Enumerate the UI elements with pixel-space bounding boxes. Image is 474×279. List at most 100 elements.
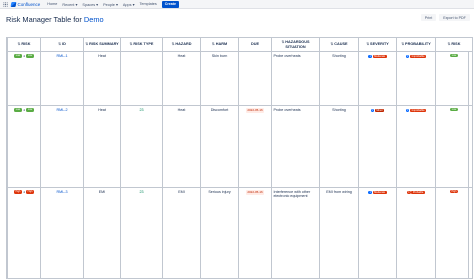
cause-cell[interactable]: Shorting: [319, 51, 359, 106]
logo-text: Confluence: [17, 1, 41, 7]
table-row: Low ➜ Low RML-2 Heat 23 Heat Discomfort …: [7, 105, 473, 188]
due-cell[interactable]: [238, 51, 272, 106]
risk-after-badge[interactable]: Low: [26, 54, 35, 58]
risk-type-cell[interactable]: [120, 51, 163, 106]
column-header-cause[interactable]: ⇅Cause: [319, 37, 359, 52]
issue-id-link[interactable]: RML-2: [56, 108, 67, 112]
probability-cell[interactable]: 1 Improbable: [396, 51, 436, 106]
nav-apps[interactable]: Apps ▾: [123, 2, 135, 7]
table-header-row: ⇅Risk ⇅ID ⇅Risk Summary ⇅Risk Type ⇅Haza…: [7, 37, 473, 52]
issue-id-link[interactable]: RML-3: [56, 190, 67, 194]
nav-home[interactable]: Home: [47, 2, 57, 6]
page-title: Risk Manager Table for Demo: [6, 15, 104, 24]
id-cell: RML-3: [40, 187, 84, 279]
summary-cell[interactable]: Heat: [83, 51, 121, 106]
chevron-down-icon: ▾: [132, 2, 135, 7]
risk-cell: High ➜ High: [7, 187, 41, 279]
risk-table: ⇅Risk ⇅ID ⇅Risk Summary ⇅Risk Type ⇅Haza…: [7, 37, 473, 279]
risk-cell: Low ➜ Low: [7, 105, 41, 188]
issue-id-link[interactable]: RML-1: [56, 54, 67, 58]
risk-final-cell: High: [435, 187, 473, 279]
risk-after-badge[interactable]: High: [26, 190, 35, 194]
sort-icon: ⇅: [366, 42, 370, 47]
column-header-risk-final[interactable]: ⇅Risk: [435, 37, 473, 52]
probability-score: 1: [405, 109, 410, 113]
table-row: Low ➜ Low RML-1 Heat Heat Skin burn Prob…: [7, 51, 473, 106]
risk-after-badge[interactable]: Low: [26, 108, 35, 112]
harm-cell[interactable]: Skin burn: [200, 51, 239, 106]
hazard-cell[interactable]: EMI: [162, 187, 201, 279]
column-header-due[interactable]: Due: [238, 37, 272, 52]
id-cell: RML-2: [40, 105, 84, 188]
harm-cell[interactable]: Discomfort: [200, 105, 239, 188]
risk-before-badge[interactable]: Low: [13, 54, 22, 58]
situation-cell[interactable]: Probe overheats: [271, 105, 320, 188]
probability-score: 1: [405, 55, 410, 59]
situation-cell[interactable]: Probe overheats: [271, 51, 320, 106]
print-button[interactable]: Print: [421, 14, 436, 21]
chevron-down-icon: ▾: [115, 2, 118, 7]
severity-label: Minor: [374, 109, 385, 113]
severity-cell[interactable]: 1 Moderate: [358, 51, 397, 106]
create-button[interactable]: Create: [161, 0, 179, 8]
hazard-cell[interactable]: Heat: [162, 51, 201, 106]
column-header-risk[interactable]: ⇅Risk: [7, 37, 41, 52]
nav-templates[interactable]: Templates: [139, 2, 156, 6]
sort-icon: ⇅: [58, 42, 62, 47]
risk-final-badge[interactable]: Low: [450, 54, 458, 58]
confluence-logo[interactable]: Confluence: [10, 1, 41, 7]
column-header-id[interactable]: ⇅ID: [40, 37, 84, 52]
risk-final-badge[interactable]: Low: [450, 108, 458, 112]
arrow-right-icon: ➜: [22, 54, 26, 58]
severity-cell[interactable]: 1 Moderate: [358, 187, 397, 279]
space-link[interactable]: Demo: [84, 15, 104, 24]
id-cell: RML-1: [40, 51, 84, 106]
severity-cell[interactable]: 1 Minor: [358, 105, 397, 188]
column-header-harm[interactable]: ⇅Harm: [200, 37, 239, 52]
app-switcher-icon[interactable]: [3, 1, 8, 7]
severity-score: 1: [368, 191, 372, 195]
sort-icon: ⇅: [129, 42, 133, 47]
probability-cell[interactable]: 1 Improbable: [396, 105, 436, 188]
hazard-cell[interactable]: Heat: [162, 105, 201, 188]
risk-before-badge[interactable]: High: [13, 190, 22, 194]
risk-final-badge[interactable]: High: [450, 190, 458, 194]
due-date-badge: 2022-05-16: [245, 108, 265, 113]
due-cell[interactable]: 2022-05-16: [238, 187, 272, 279]
nav-recent[interactable]: Recent ▾: [62, 2, 77, 7]
sort-icon: ⇅: [85, 42, 89, 47]
risk-type-cell[interactable]: 23: [120, 187, 163, 279]
probability-label: Improbable: [410, 109, 427, 113]
top-navigation-bar: Confluence Home Recent ▾ Spaces ▾ People…: [0, 0, 474, 9]
summary-cell[interactable]: Heat: [83, 105, 121, 188]
risk-type-cell[interactable]: 23: [120, 105, 163, 188]
severity-label: Moderate: [372, 55, 387, 59]
severity-label: Moderate: [372, 191, 387, 195]
column-header-hazard[interactable]: ⇅Hazard: [162, 37, 201, 52]
chevron-down-icon: ▾: [75, 2, 78, 7]
arrow-right-icon: ➜: [22, 108, 26, 112]
risk-before-badge[interactable]: Low: [13, 108, 22, 112]
probability-cell[interactable]: 1 Probable: [396, 187, 436, 279]
cause-cell[interactable]: EMI from wiring: [319, 187, 359, 279]
column-header-risk-summary[interactable]: ⇅Risk Summary: [83, 37, 121, 52]
column-header-hazardous-situation[interactable]: ⇅Hazardous Situation: [271, 37, 320, 52]
severity-score: 1: [368, 55, 372, 59]
export-pdf-button[interactable]: Export to PDF: [439, 14, 470, 21]
situation-cell[interactable]: Interference with other electronic equip…: [271, 187, 320, 279]
column-header-probability[interactable]: ⇅Probability: [396, 37, 436, 52]
summary-cell[interactable]: EMI: [83, 187, 121, 279]
nav-people[interactable]: People ▾: [103, 2, 118, 7]
arrow-right-icon: ➜: [22, 190, 26, 194]
cause-cell[interactable]: Shorting: [319, 105, 359, 188]
probability-label: Probable: [411, 191, 425, 195]
sort-icon: ⇅: [281, 40, 285, 45]
nav-spaces[interactable]: Spaces ▾: [82, 2, 98, 7]
due-cell[interactable]: 2022-05-16: [238, 105, 272, 188]
harm-cell[interactable]: Serious injury: [200, 187, 239, 279]
sort-icon: ⇅: [171, 42, 175, 47]
column-header-risk-type[interactable]: ⇅Risk Type: [120, 37, 163, 52]
chevron-down-icon: ▾: [96, 2, 99, 7]
column-header-severity[interactable]: ⇅Severity: [358, 37, 397, 52]
sort-icon: ⇅: [447, 42, 451, 47]
